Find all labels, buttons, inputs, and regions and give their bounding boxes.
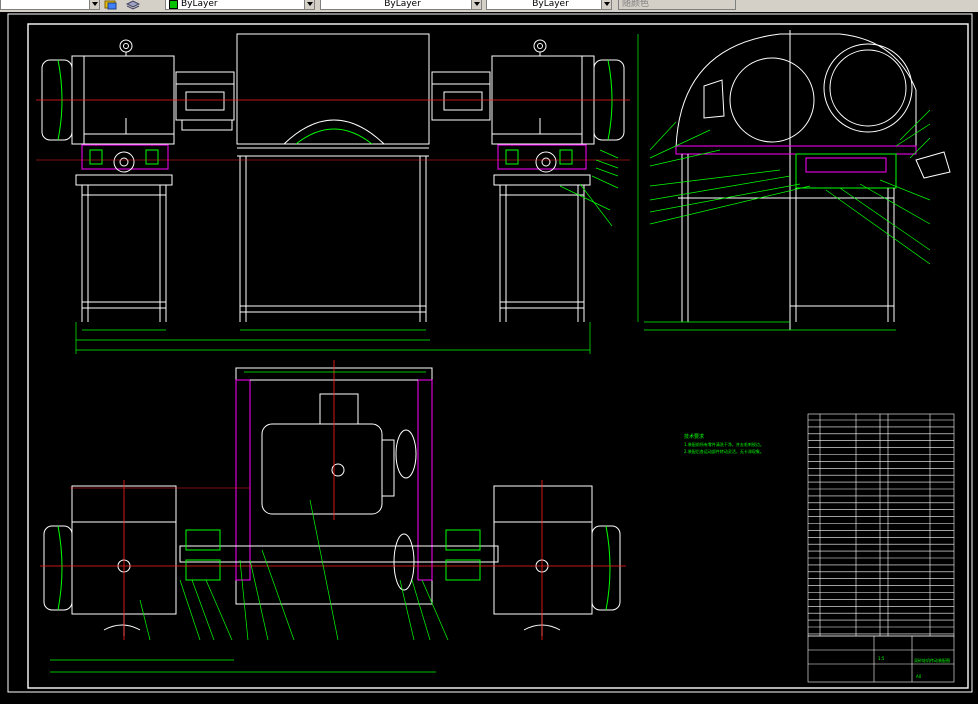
drawing-canvas[interactable]: 技术要求 1.装配前所有零件清洗干净，并去毛刺锐边。 2.装配后各运动部件转动灵… [0, 12, 978, 700]
title-block-name: 双砂轮机传动装配图 [914, 657, 950, 663]
chevron-down-icon[interactable] [601, 0, 611, 9]
side-view [637, 30, 951, 331]
inner-frame [27, 23, 969, 689]
lineweight-combo-value: ByLayer [532, 0, 569, 9]
front-view [36, 33, 630, 354]
right-stand [493, 174, 591, 322]
linetype-combo-value: ByLayer [384, 0, 421, 9]
center-frame [236, 33, 430, 322]
note-title: 技术要求 [684, 433, 704, 440]
chevron-down-icon[interactable] [304, 0, 314, 9]
linetype-combo[interactable]: ByLayer [320, 0, 482, 10]
plotstyle-combo-value: 随颜色 [622, 0, 650, 9]
right-bearing-housing [497, 144, 587, 173]
previous-combo[interactable] [0, 0, 100, 10]
top-view [40, 360, 626, 673]
chevron-down-icon[interactable] [89, 0, 99, 9]
parts-list-table [807, 413, 955, 637]
title-block-sheet: A0 [916, 674, 922, 679]
layer-manager-icon[interactable] [104, 0, 118, 10]
left-motor [41, 39, 235, 145]
color-swatch-icon [169, 0, 178, 9]
title-block: 双砂轮机传动装配图 1:5 A0 [807, 635, 955, 683]
color-combo[interactable]: ByLayer [165, 0, 315, 10]
layer-stack-icon[interactable] [126, 0, 140, 10]
chevron-down-icon[interactable] [471, 0, 481, 9]
left-stand [75, 174, 173, 322]
note-line-1: 1.装配前所有零件清洗干净，并去毛刺锐边。 [684, 441, 764, 447]
note-line-2: 2.装配后各运动部件转动灵活，无卡滞现象。 [684, 448, 764, 454]
color-combo-value: ByLayer [181, 0, 218, 9]
lineweight-combo[interactable]: ByLayer [486, 0, 612, 10]
technical-notes: 技术要求 1.装配前所有零件清洗干净，并去毛刺锐边。 2.装配后各运动部件转动灵… [684, 433, 764, 454]
title-block-scale: 1:5 [878, 656, 885, 661]
right-motor [431, 39, 625, 145]
plotstyle-combo[interactable]: 随颜色 [618, 0, 736, 10]
left-bearing-housing [81, 144, 169, 173]
